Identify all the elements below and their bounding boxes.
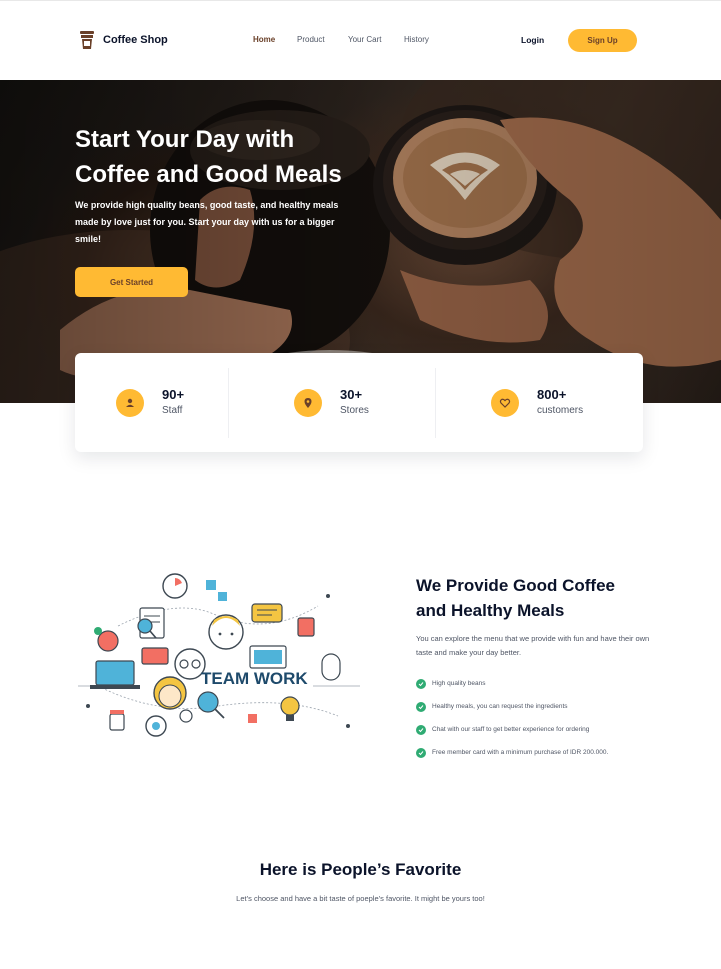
- login-link[interactable]: Login: [521, 35, 544, 45]
- location-pin-icon: [294, 388, 322, 417]
- stat-customers: 800+ customers: [491, 353, 583, 452]
- feature-list: High quality beans Healthy meals, you ca…: [416, 672, 608, 764]
- get-started-button[interactable]: Get Started: [75, 267, 188, 297]
- favorite-title: Here is People’s Favorite: [259, 860, 462, 879]
- stat-divider: [228, 368, 229, 438]
- favorite-subtitle: Let’s choose and have a bit taste of poe…: [236, 894, 485, 903]
- illustration-label: TEAM WORK: [201, 669, 308, 688]
- feature-item-text: Chat with our staff to get better experi…: [432, 726, 590, 733]
- feature-item-text: Healthy meals, you can request the ingre…: [432, 703, 568, 710]
- brand-name: Coffee Shop: [103, 34, 168, 46]
- heart-icon: [491, 388, 519, 417]
- nav-link-home[interactable]: Home: [253, 35, 275, 44]
- feature-item-text: High quality beans: [432, 680, 486, 687]
- nav-link-product[interactable]: Product: [297, 35, 325, 44]
- stat-label: Staff: [162, 405, 183, 416]
- check-icon: [416, 701, 426, 712]
- signup-button[interactable]: Sign Up: [568, 29, 637, 52]
- check-icon: [416, 724, 426, 735]
- check-icon: [416, 747, 426, 758]
- nav-link-history[interactable]: History: [404, 35, 429, 44]
- nav-link-your-cart[interactable]: Your Cart: [348, 35, 382, 44]
- stat-staff: 90+ Staff: [116, 353, 184, 452]
- teamwork-illustration: TEAM WORK: [78, 573, 360, 737]
- brand-logo[interactable]: Coffee Shop: [79, 30, 168, 50]
- hero-subtitle: We provide high quality beans, good tast…: [75, 200, 339, 244]
- stat-divider: [435, 368, 436, 438]
- stat-value: 90+: [162, 387, 185, 402]
- coffee-cup-icon: [80, 31, 94, 49]
- hero-title: Start Your Day with Coffee and Good Meal…: [75, 126, 342, 188]
- check-icon: [416, 678, 426, 689]
- list-item: Free member card with a minimum purchase…: [416, 741, 608, 764]
- list-item: Healthy meals, you can request the ingre…: [416, 695, 608, 718]
- stat-value: 800+: [537, 387, 567, 402]
- user-icon: [116, 388, 144, 417]
- feature-title: We Provide Good Coffee and Healthy Meals: [416, 576, 615, 620]
- feature-description: You can explore the menu that we provide…: [416, 634, 650, 657]
- stat-value: 30+: [340, 387, 363, 402]
- stats-card: 90+ Staff 30+ Stores 800+ customers: [75, 353, 643, 452]
- feature-item-text: Free member card with a minimum purchase…: [432, 749, 609, 756]
- list-item: Chat with our staff to get better experi…: [416, 718, 608, 741]
- stat-label: Stores: [340, 405, 369, 416]
- top-navbar: Coffee Shop Home Product Your Cart Histo…: [0, 0, 721, 80]
- stat-label: customers: [537, 405, 584, 416]
- stat-stores: 30+ Stores: [294, 353, 369, 452]
- list-item: High quality beans: [416, 672, 608, 695]
